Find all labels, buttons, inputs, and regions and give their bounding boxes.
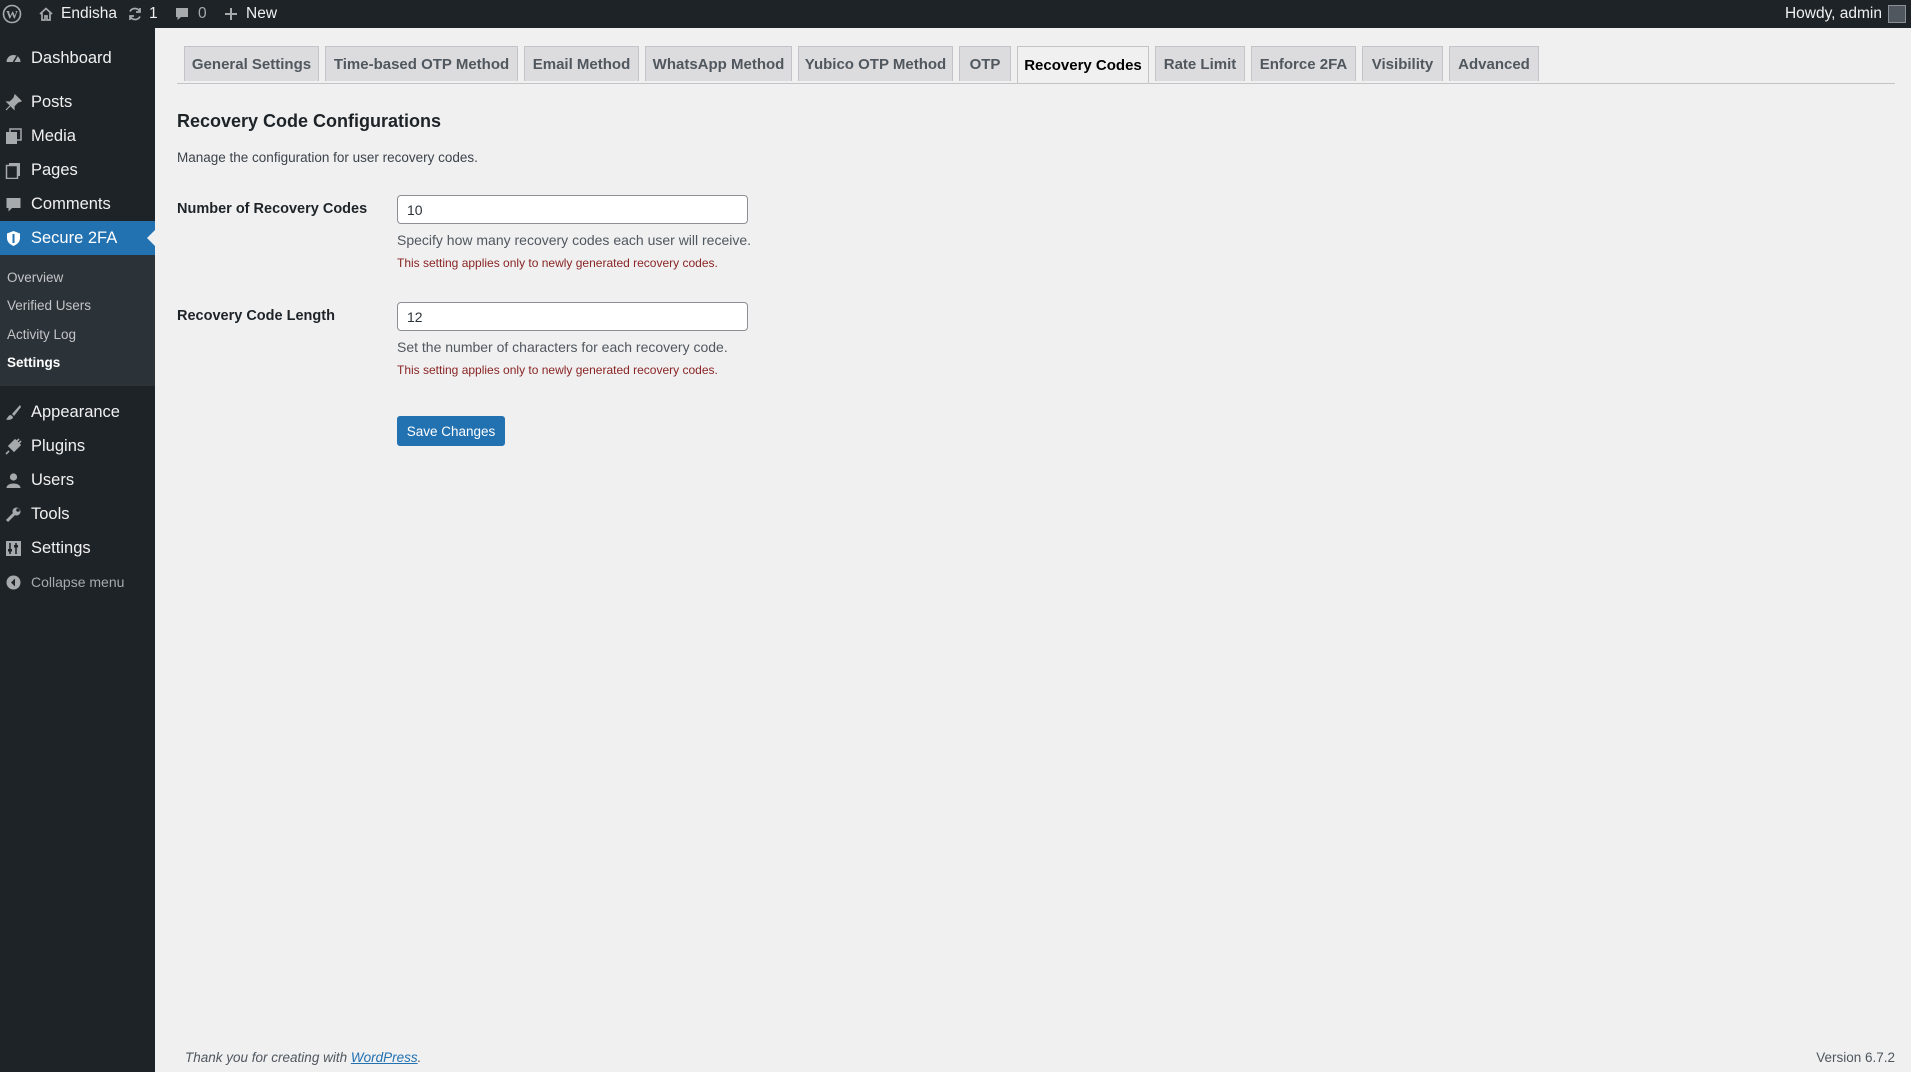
- tab-time-based-otp-method[interactable]: Time-based OTP Method: [325, 46, 518, 81]
- section-description: Manage the configuration for user recove…: [177, 150, 478, 165]
- collapse-arrow-icon: [5, 574, 22, 591]
- howdy-text: Howdy, admin: [1784, 5, 1882, 22]
- tab-visibility[interactable]: Visibility: [1362, 46, 1443, 81]
- menu-label: Media: [31, 126, 76, 145]
- paintbrush-icon: [5, 404, 22, 421]
- plus-icon: [224, 7, 238, 21]
- wrench-icon: [5, 506, 22, 523]
- menu-item-comments[interactable]: Comments: [0, 187, 155, 221]
- menu-item-pages[interactable]: Pages: [0, 153, 155, 187]
- pin-icon: [5, 93, 23, 111]
- tab-email-method[interactable]: Email Method: [524, 46, 639, 81]
- menu-item-users[interactable]: Users: [0, 463, 155, 497]
- recovery-code-length-help: Set the number of characters for each re…: [397, 339, 728, 355]
- comments-link[interactable]: 0: [174, 0, 207, 28]
- menu-label: Settings: [31, 538, 91, 557]
- menu-item-secure-2fa[interactable]: Secure 2FA: [0, 221, 155, 255]
- plugin-icon: [5, 438, 22, 455]
- tab-rate-limit[interactable]: Rate Limit: [1155, 46, 1245, 81]
- section-title: Recovery Code Configurations: [177, 111, 442, 131]
- comment-icon: [5, 196, 22, 213]
- recovery-code-length-label: Recovery Code Length: [177, 308, 335, 324]
- submenu-item-settings[interactable]: Settings: [7, 355, 60, 370]
- wordpress-logo-icon[interactable]: W: [2, 0, 22, 28]
- menu-label: Secure 2FA: [31, 228, 118, 247]
- svg-text:W: W: [6, 8, 18, 22]
- number-of-recovery-codes-warning: This setting applies only to newly gener…: [397, 256, 718, 270]
- tab-general-settings[interactable]: General Settings: [184, 46, 319, 81]
- recovery-code-length-warning: This setting applies only to newly gener…: [397, 363, 718, 377]
- menu-label: Posts: [31, 92, 73, 111]
- footer-version: Version 6.7.2: [1816, 1050, 1895, 1065]
- footer-thankyou: Thank you for creating with WordPress.: [185, 1050, 421, 1065]
- menu-item-settings[interactable]: Settings: [0, 531, 155, 565]
- site-name: Endisha: [61, 5, 118, 22]
- dashboard-icon: [5, 50, 22, 67]
- collapse-menu-button[interactable]: Collapse menu: [0, 565, 155, 599]
- home-icon: [38, 6, 54, 22]
- menu-label: Tools: [31, 504, 70, 523]
- tab-yubico-otp-method[interactable]: Yubico OTP Method: [798, 46, 953, 81]
- tab-recovery-codes[interactable]: Recovery Codes: [1017, 46, 1149, 83]
- settings-icon: [5, 540, 22, 557]
- updates-link[interactable]: 1: [127, 0, 158, 28]
- menu-item-posts[interactable]: Posts: [0, 85, 155, 119]
- site-name-link[interactable]: Endisha: [38, 0, 117, 28]
- updates-count: 1: [149, 5, 158, 22]
- tab-advanced[interactable]: Advanced: [1449, 46, 1539, 81]
- shield-icon: [5, 230, 22, 247]
- submenu-item-activity-log[interactable]: Activity Log: [7, 327, 76, 342]
- menu-item-dashboard[interactable]: Dashboard: [0, 41, 155, 75]
- menu-label: Pages: [31, 160, 78, 179]
- footer-thanks-suffix: .: [417, 1050, 422, 1065]
- collapse-menu-label: Collapse menu: [31, 574, 125, 590]
- tab-enforce-2fa[interactable]: Enforce 2FA: [1251, 46, 1356, 81]
- settings-tabs: General Settings Time-based OTP Method E…: [177, 46, 1895, 84]
- admin-bar: W Endisha 1 0 New Howdy, admin: [0, 0, 1911, 28]
- pages-icon: [5, 162, 22, 180]
- submenu-item-verified-users[interactable]: Verified Users: [7, 298, 91, 313]
- menu-label: Appearance: [31, 402, 120, 421]
- user-icon: [5, 472, 22, 489]
- menu-label: Plugins: [31, 436, 86, 455]
- menu-item-appearance[interactable]: Appearance: [0, 395, 155, 429]
- number-of-recovery-codes-label: Number of Recovery Codes: [177, 201, 368, 217]
- footer-thanks-prefix: Thank you for creating with: [185, 1050, 351, 1065]
- updates-icon: [127, 6, 143, 22]
- comments-count: 0: [198, 5, 207, 22]
- tab-whatsapp-method[interactable]: WhatsApp Method: [645, 46, 792, 81]
- media-icon: [5, 128, 22, 145]
- my-account-link[interactable]: Howdy, admin: [1785, 0, 1906, 28]
- menu-label: Users: [31, 470, 75, 489]
- menu-label: Dashboard: [31, 48, 112, 67]
- save-changes-button[interactable]: Save Changes: [397, 416, 505, 446]
- menu-item-plugins[interactable]: Plugins: [0, 429, 155, 463]
- tab-otp[interactable]: OTP: [959, 46, 1011, 81]
- menu-label: Comments: [31, 194, 111, 213]
- new-label: New: [246, 5, 278, 22]
- number-of-recovery-codes-help: Specify how many recovery codes each use…: [397, 232, 752, 248]
- admin-sidebar: Dashboard Posts Media Pages Comments Sec…: [0, 28, 155, 1072]
- new-content-link[interactable]: New: [224, 0, 277, 28]
- avatar: [1888, 5, 1906, 23]
- number-of-recovery-codes-input[interactable]: [397, 195, 748, 224]
- comment-bubble-icon: [174, 6, 190, 22]
- recovery-code-length-input[interactable]: [397, 302, 748, 331]
- wordpress-link[interactable]: WordPress: [351, 1050, 418, 1065]
- menu-item-tools[interactable]: Tools: [0, 497, 155, 531]
- menu-item-media[interactable]: Media: [0, 119, 155, 153]
- submenu-item-overview[interactable]: Overview: [7, 270, 63, 285]
- secure-2fa-submenu: Overview Verified Users Activity Log Set…: [0, 255, 155, 386]
